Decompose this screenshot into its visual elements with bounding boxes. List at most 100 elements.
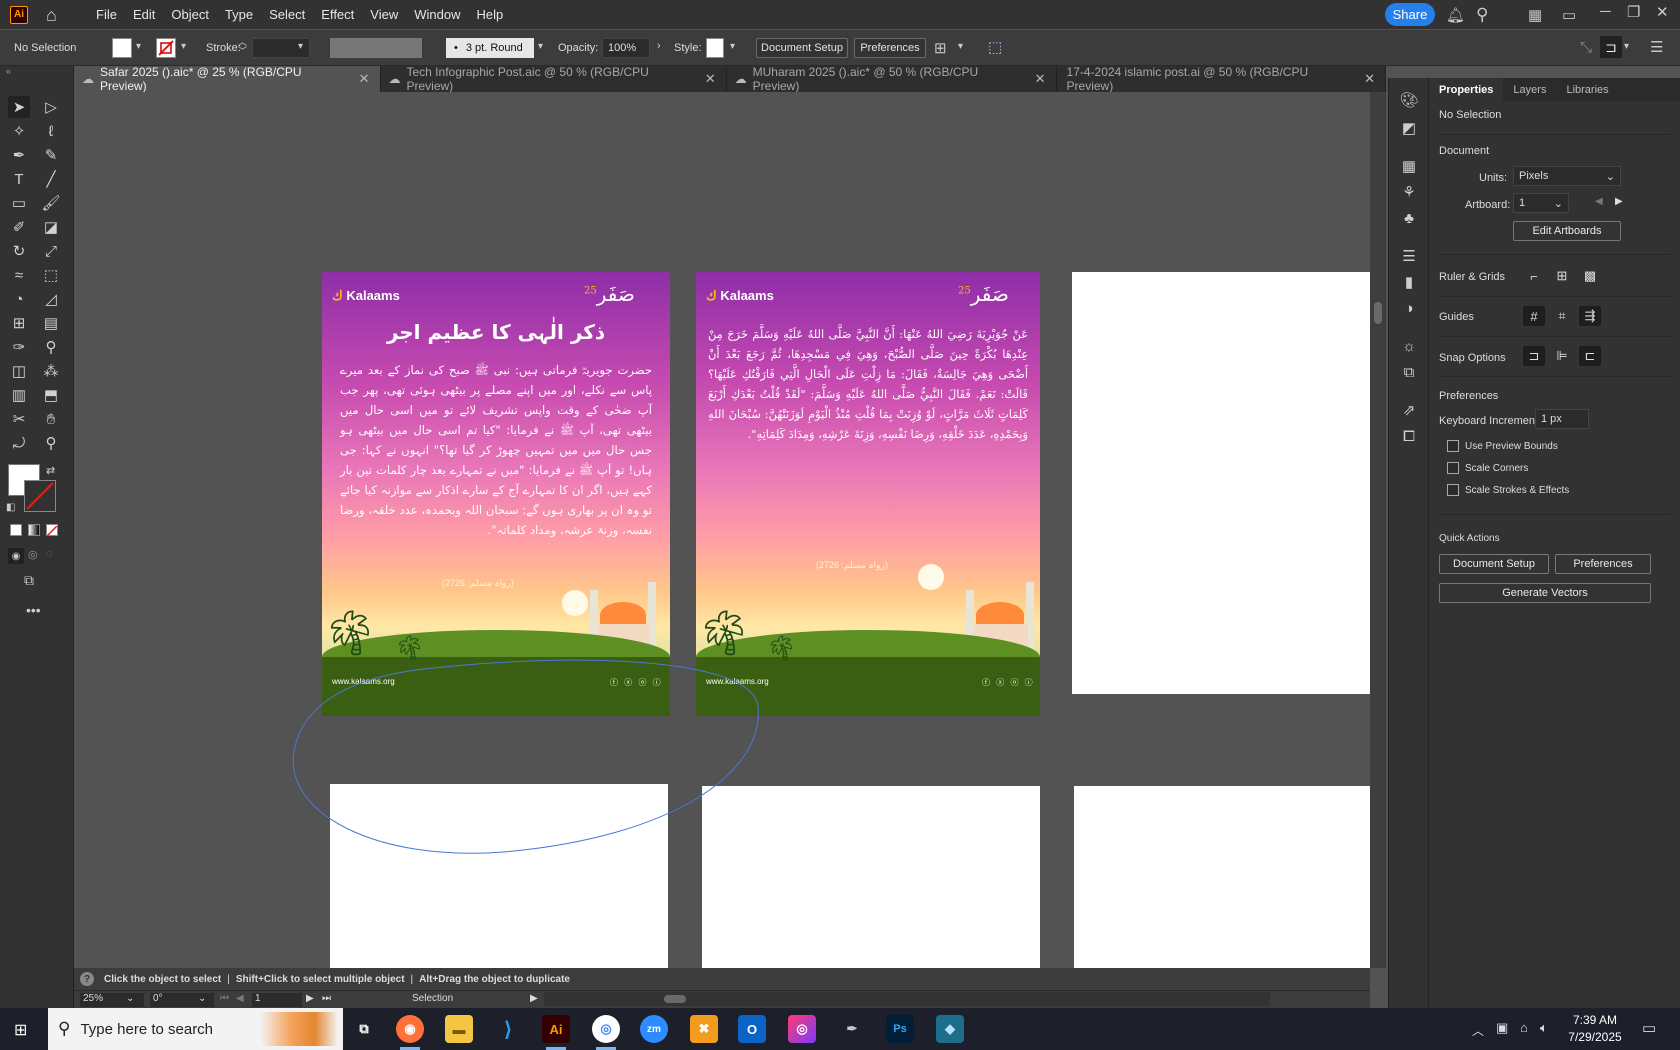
selection-tool-icon[interactable]: ➤: [8, 96, 30, 118]
previous-artboard-icon[interactable]: ◀: [236, 993, 244, 1004]
device-icon[interactable]: ▣: [1496, 1020, 1508, 1036]
vertical-scroll-thumb[interactable]: [1374, 302, 1382, 324]
stroke-dropdown-icon[interactable]: ▾: [181, 41, 186, 52]
lasso-tool-icon[interactable]: ℓ: [40, 120, 62, 142]
photoshop-icon[interactable]: Ps: [886, 1015, 914, 1043]
default-colors-icon[interactable]: ◧: [6, 502, 15, 513]
artboard-select[interactable]: 1 ⌄: [1513, 193, 1569, 213]
align-dropdown-icon[interactable]: ▾: [958, 41, 963, 52]
graph-tool-icon[interactable]: ▥: [8, 384, 30, 406]
tab-safar-2025[interactable]: ☁ Safar 2025 ().aic* @ 25 % (RGB/CPU Pre…: [74, 65, 381, 93]
network-icon[interactable]: ⌂: [1520, 1020, 1528, 1035]
windows-start-icon[interactable]: ⊞: [14, 1020, 27, 1040]
next-artboard-icon[interactable]: ▶: [1615, 196, 1623, 207]
quick-preferences-button[interactable]: Preferences: [1555, 554, 1651, 574]
outlook-icon[interactable]: O: [738, 1015, 766, 1043]
panel-menu-icon[interactable]: ☰: [1650, 38, 1663, 56]
notifications-icon[interactable]: ▭: [1642, 1019, 1656, 1037]
free-transform-tool-icon[interactable]: ⬚: [40, 264, 62, 286]
magic-wand-tool-icon[interactable]: ✧: [8, 120, 30, 142]
file-explorer-icon[interactable]: ▬: [445, 1015, 473, 1043]
gradient-panel-icon[interactable]: ▮: [1399, 272, 1419, 292]
stroke-stepper[interactable]: ︿ ﹀: [238, 38, 247, 56]
collapse-toolbar-icon[interactable]: «: [6, 66, 11, 76]
pen-app-icon[interactable]: ✒: [838, 1015, 866, 1043]
rotate-tool-icon[interactable]: ↻: [8, 240, 30, 262]
menu-view[interactable]: View: [362, 7, 406, 22]
width-tool-icon[interactable]: ≈: [8, 264, 30, 286]
graphic-styles-icon[interactable]: ⧉: [1399, 362, 1419, 382]
first-artboard-icon[interactable]: ⏮: [220, 993, 229, 1004]
app-icon-extra[interactable]: ◆: [936, 1015, 964, 1043]
mesh-tool-icon[interactable]: ⊞: [8, 312, 30, 334]
prev-artboard-icon[interactable]: ◀: [1595, 196, 1603, 207]
chrome-icon[interactable]: ◎: [592, 1015, 620, 1050]
snap-to-pixel-icon[interactable]: ⊏: [1579, 346, 1601, 366]
tab-islamic-post[interactable]: 17-4-2024 islamic post.ai @ 50 % (RGB/CP…: [1057, 65, 1386, 93]
status-menu-icon[interactable]: ▶: [530, 993, 538, 1004]
illustrator-taskbar-icon[interactable]: Ai: [542, 1015, 570, 1050]
zoom-dropdown-icon[interactable]: ⌄: [126, 993, 134, 1004]
scale-tool-icon[interactable]: ⤢: [40, 240, 62, 262]
grid-icon[interactable]: ⊞: [1551, 266, 1573, 286]
menu-effect[interactable]: Effect: [313, 7, 362, 22]
transparency-icon[interactable]: ◑: [1399, 298, 1419, 318]
scale-corners-checkbox[interactable]: [1447, 462, 1459, 474]
paintbrush-tool-icon[interactable]: 🖌︎: [40, 192, 62, 214]
generate-vectors-button[interactable]: Generate Vectors: [1439, 583, 1651, 603]
gradient-mode-icon[interactable]: [28, 524, 40, 536]
symbols-icon[interactable]: ♣: [1399, 208, 1419, 228]
taskbar-search[interactable]: ⚲ Type here to search: [48, 1008, 343, 1050]
draw-inside-icon[interactable]: ◌: [46, 548, 53, 560]
tab-layers[interactable]: Layers: [1503, 78, 1556, 102]
artboard-number-input[interactable]: 1: [252, 993, 302, 1007]
last-artboard-icon[interactable]: ⏭: [322, 993, 331, 1004]
tab-tech-infographic[interactable]: ☁ Tech Infographic Post.aic @ 50 % (RGB/…: [381, 65, 727, 93]
rotation-dropdown-icon[interactable]: ⌄: [198, 993, 206, 1004]
horizontal-scroll-thumb[interactable]: [664, 995, 686, 1003]
transparency-grid-icon[interactable]: ▩: [1579, 266, 1601, 286]
curvature-tool-icon[interactable]: ✎: [40, 144, 62, 166]
blend-tool-icon[interactable]: ◫: [8, 360, 30, 382]
minimize-icon[interactable]: ─: [1600, 3, 1611, 20]
shaper-tool-icon[interactable]: ✐: [8, 216, 30, 238]
menu-file[interactable]: File: [88, 7, 125, 22]
color-panel-icon[interactable]: 🎨︎: [1399, 90, 1419, 110]
snap-toggle-icon[interactable]: ⊐: [1600, 36, 1622, 58]
transform-icon[interactable]: ⤡: [1580, 39, 1592, 56]
slice-tool-icon[interactable]: ✂: [8, 408, 30, 430]
tab-muharam-2025[interactable]: ☁ MUharam 2025 ().aic* @ 50 % (RGB/CPU P…: [727, 65, 1057, 93]
symbol-sprayer-tool-icon[interactable]: ⁂: [40, 360, 62, 382]
gradient-tool-icon[interactable]: ▤: [40, 312, 62, 334]
none-mode-icon[interactable]: [46, 524, 58, 537]
menu-object[interactable]: Object: [163, 7, 217, 22]
vscode-icon[interactable]: ⟩: [494, 1015, 522, 1043]
hand-tool-icon[interactable]: ✋︎: [40, 408, 62, 430]
line-tool-icon[interactable]: ╱: [40, 168, 62, 190]
eraser-tool-icon[interactable]: ◪: [40, 216, 62, 238]
rectangle-tool-icon[interactable]: ▭: [8, 192, 30, 214]
brush-definition[interactable]: • 3 pt. Round: [446, 38, 534, 58]
menu-select[interactable]: Select: [261, 7, 313, 22]
draw-normal-icon[interactable]: ◉: [8, 548, 24, 564]
fill-dropdown-icon[interactable]: ▾: [136, 41, 141, 52]
smart-guides-icon[interactable]: ⇶: [1579, 306, 1601, 326]
zoom-tool-icon[interactable]: ⚲: [40, 432, 62, 454]
pen-tool-icon[interactable]: ✒: [8, 144, 30, 166]
task-view-icon[interactable]: ⧉: [350, 1015, 378, 1043]
artboard-tool-icon[interactable]: ⬒: [40, 384, 62, 406]
horizontal-scrollbar[interactable]: [544, 992, 1270, 1006]
units-select[interactable]: Pixels ⌄: [1513, 166, 1621, 186]
zoom-level-input[interactable]: 25%: [80, 993, 144, 1007]
brush-dropdown-icon[interactable]: ▾: [538, 41, 543, 52]
document-setup-button[interactable]: Document Setup: [756, 38, 848, 58]
measure-tool-icon[interactable]: ⚲: [40, 336, 62, 358]
search-icon[interactable]: ⚲: [1476, 5, 1488, 25]
volume-icon[interactable]: 🔈︎: [1540, 1020, 1548, 1036]
edit-artboards-button[interactable]: Edit Artboards: [1513, 221, 1621, 241]
edit-toolbar-icon[interactable]: •••: [26, 602, 41, 618]
show-hidden-icons[interactable]: ︿: [1472, 1022, 1484, 1039]
eyedropper-tool-icon[interactable]: ✑: [8, 336, 30, 358]
restore-icon[interactable]: ❐: [1627, 3, 1640, 21]
keyboard-increment-input[interactable]: 1 px: [1535, 409, 1589, 429]
